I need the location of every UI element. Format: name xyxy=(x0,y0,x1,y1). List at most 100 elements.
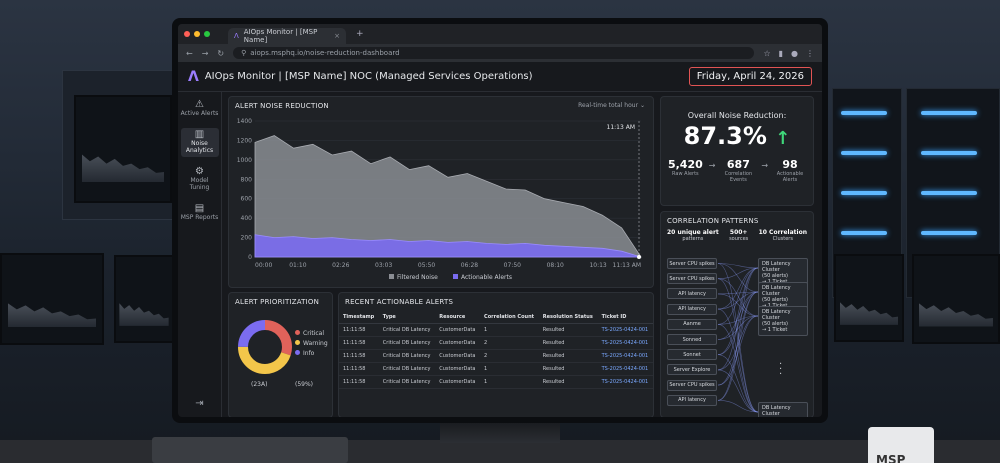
app-header: Λ AIOps Monitor | [MSP Name] NOC (Manage… xyxy=(178,62,822,92)
sidebar-item-model-tuning[interactable]: ⚙ Model Tuning xyxy=(181,165,219,194)
recent-alerts-title: RECENT ACTIONABLE ALERTS xyxy=(345,298,454,306)
logout-icon[interactable]: ⇥ xyxy=(195,398,203,409)
cluster-line: DB Latency Cluster xyxy=(762,261,791,273)
x-tick-label: 02:26 xyxy=(332,262,349,269)
actionable-alerts-stat: 98 Actionable Alerts xyxy=(776,158,804,183)
cluster-line: DB Latency Cluster xyxy=(762,309,791,321)
time-range-dropdown[interactable]: Real-time total hour ⌄ xyxy=(578,102,645,109)
y-tick-label: 400 xyxy=(241,215,253,222)
ticket-id-link[interactable]: TS-2025-0424-001 xyxy=(597,349,653,363)
x-tick-label: 03:03 xyxy=(375,262,392,269)
alert-pattern-pill[interactable]: Server CPU spikes xyxy=(667,273,717,285)
column-header[interactable]: Resolution Status xyxy=(538,311,598,324)
desk-device xyxy=(152,437,348,463)
table-cell: 11:11:58 xyxy=(339,362,379,376)
aiops-logo-icon: Λ xyxy=(188,68,199,85)
profile-icon[interactable]: ● xyxy=(791,49,798,58)
url-field[interactable]: ⚲ aiops.msphq.io/noise-reduction-dashboa… xyxy=(233,47,755,59)
background-monitor xyxy=(834,254,904,342)
overall-value: 87.3% ↑ xyxy=(683,122,791,150)
chevron-down-icon: ⌄ xyxy=(639,102,645,109)
dashboard-main: ALERT NOISE REDUCTION Real-time total ho… xyxy=(222,92,822,417)
maximize-window-button[interactable] xyxy=(204,31,210,37)
background-monitor xyxy=(0,253,104,345)
reload-icon[interactable]: ↻ xyxy=(217,49,224,58)
background-monitor xyxy=(114,255,174,343)
table-row[interactable]: 11:11:58 Critical DB Latency CustomerData 1… xyxy=(339,362,653,376)
table-cell: 2 xyxy=(480,336,539,350)
sidebar-item-active-alerts[interactable]: ⚠ Active Alerts xyxy=(181,98,219,120)
x-tick-label: 05:50 xyxy=(418,262,435,269)
bookmark-star-icon[interactable]: ☆ xyxy=(763,49,770,58)
table-cell: 11:11:58 xyxy=(339,323,379,337)
recent-alerts-table: Timestamp Type Resource Correlation Count Re… xyxy=(339,311,653,389)
table-cell: 11:11:58 xyxy=(339,349,379,363)
forward-icon[interactable]: → xyxy=(202,49,209,58)
site-info-icon[interactable]: ⚲ xyxy=(241,49,246,57)
column-header[interactable]: Timestamp xyxy=(339,311,379,324)
table-cell: 11:11:58 xyxy=(339,336,379,350)
alert-pattern-pill[interactable]: API latency xyxy=(667,288,717,300)
sidebar-item-msp-reports[interactable]: ▤ MSP Reports xyxy=(181,202,219,224)
table-cell: Resulted xyxy=(538,349,598,363)
split-view-icon[interactable]: ▮ xyxy=(779,49,783,58)
correlation-cluster[interactable]: DB Latency Cluster(50 alerts)→ 1 Ticket xyxy=(758,402,808,417)
current-date: Friday, April 24, 2026 xyxy=(688,67,812,86)
alert-pattern-pill[interactable]: API latency xyxy=(667,394,717,406)
alert-pattern-pill[interactable]: API latency xyxy=(667,303,717,315)
legend-swatch xyxy=(389,274,394,279)
warning-icon: ⚠ xyxy=(195,99,204,110)
table-row[interactable]: 11:11:58 Critical DB Latency CustomerData 2… xyxy=(339,336,653,350)
browser-tab[interactable]: Λ AIOps Monitor | [MSP Name] × xyxy=(228,28,346,44)
x-tick-label: 08:10 xyxy=(547,262,564,269)
legend-critical: Critical xyxy=(295,329,328,339)
sidebar-item-noise-analytics[interactable]: ▥ Noise Analytics xyxy=(180,128,219,157)
table-cell: Resulted xyxy=(538,336,598,350)
y-tick-label: 800 xyxy=(241,176,253,183)
minimize-window-button[interactable] xyxy=(194,31,200,37)
alert-pattern-pill[interactable]: Server CPU spikes xyxy=(667,258,717,269)
table-cell: CustomerData xyxy=(435,336,481,350)
table-cell: Critical DB Latency xyxy=(378,375,436,389)
priority-donut-chart xyxy=(238,320,292,374)
alert-prioritization-card: ALERT PRIORITIZATION Critical Warning In… xyxy=(228,292,333,417)
column-header[interactable]: Type xyxy=(378,311,436,324)
ticket-id-link[interactable]: TS-2025-0424-001 xyxy=(597,336,653,350)
alert-pattern-pill[interactable]: Server CPU spikes xyxy=(667,379,717,391)
correlation-cluster[interactable]: DB Latency Cluster(50 alerts)→ 1 Ticket xyxy=(758,306,808,336)
close-tab-icon[interactable]: × xyxy=(334,32,340,40)
noise-area-chart: 0 200 400 600 800 1000 1200 1400 11:13 AM 00:00 01… xyxy=(237,118,642,281)
background-monitor xyxy=(74,95,172,203)
legend-label: Actionable Alerts xyxy=(461,274,512,281)
y-tick-label: 200 xyxy=(241,235,253,242)
x-tick-label: 01:10 xyxy=(289,262,306,269)
correlation-events-stat: 687 Correlation Events xyxy=(724,158,753,183)
ticket-id-link[interactable]: TS-2025-0424-001 xyxy=(597,362,653,376)
table-row[interactable]: 11:11:58 Critical DB Latency CustomerData 2… xyxy=(339,349,653,363)
close-window-button[interactable] xyxy=(184,31,190,37)
alert-pattern-pill[interactable]: Sonned xyxy=(667,334,717,345)
back-icon[interactable]: ← xyxy=(186,49,193,58)
column-header[interactable]: Correlation Count xyxy=(480,311,539,324)
correlation-link xyxy=(717,267,759,310)
correlation-link xyxy=(717,315,759,340)
legend-info: Info xyxy=(295,349,328,359)
priority-count: (23A) xyxy=(251,381,268,388)
y-tick-label: 1400 xyxy=(237,118,252,125)
alert-pattern-pill[interactable]: Sonnet xyxy=(667,349,717,361)
y-tick-label: 0 xyxy=(248,254,252,261)
column-header[interactable]: Resource xyxy=(435,311,481,324)
sidebar: ⚠ Active Alerts ▥ Noise Analytics ⚙ Mode… xyxy=(178,92,222,417)
column-header[interactable]: Ticket ID xyxy=(597,311,653,324)
prioritization-title: ALERT PRIORITIZATION xyxy=(235,298,320,306)
table-row[interactable]: 11:11:58 Critical DB Latency CustomerData 1… xyxy=(339,375,653,389)
alert-pattern-pill[interactable]: Aanme xyxy=(667,318,717,330)
table-row[interactable]: 11:11:58 Critical DB Latency CustomerData 1… xyxy=(339,323,653,337)
menu-icon[interactable]: ⋮ xyxy=(806,49,814,58)
priority-legend: Critical Warning Info xyxy=(295,329,328,359)
ticket-id-link[interactable]: TS-2025-0424-001 xyxy=(597,323,653,337)
alert-pattern-pill[interactable]: Server Explore xyxy=(667,364,717,376)
table-cell: Resulted xyxy=(538,375,598,389)
new-tab-icon[interactable]: + xyxy=(356,29,364,39)
ticket-id-link[interactable]: TS-2025-0424-001 xyxy=(597,375,653,389)
